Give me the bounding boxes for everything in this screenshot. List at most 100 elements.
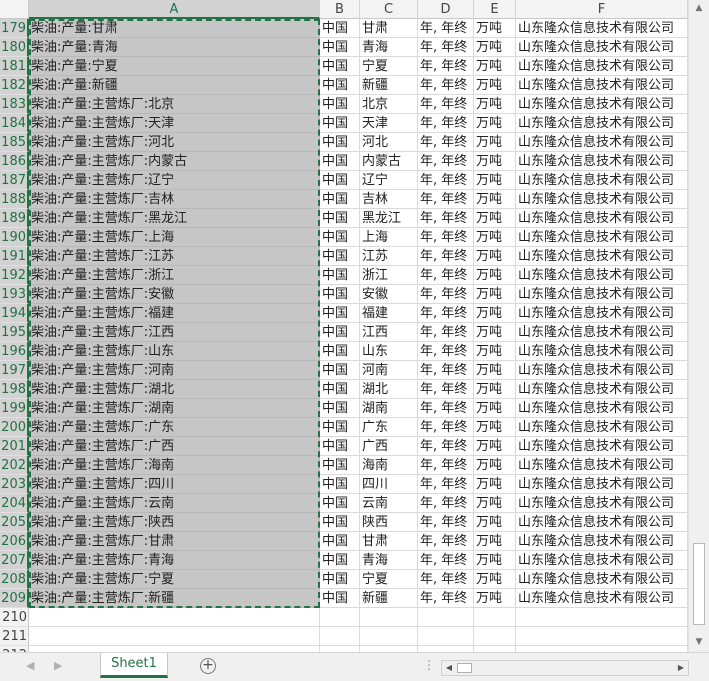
cell-c[interactable]: 北京 [360, 95, 418, 114]
row-header[interactable]: 198 [0, 380, 29, 399]
cell-a[interactable]: 柴油:产量:主营炼厂:云南 [29, 494, 320, 513]
row-header[interactable]: 201 [0, 437, 29, 456]
cell-c[interactable]: 新疆 [360, 589, 418, 608]
cell-f[interactable]: 山东隆众信息技术有限公司 [516, 551, 688, 570]
cell-e[interactable]: 万吨 [474, 38, 516, 57]
cell-f[interactable]: 山东隆众信息技术有限公司 [516, 19, 688, 38]
cell-e[interactable]: 万吨 [474, 133, 516, 152]
cell-d[interactable]: 年, 年终 [418, 266, 474, 285]
cell-e[interactable]: 万吨 [474, 456, 516, 475]
row-header[interactable]: 194 [0, 304, 29, 323]
column-header-d[interactable]: D [418, 0, 474, 19]
cell-d[interactable]: 年, 年终 [418, 190, 474, 209]
cell-c[interactable]: 湖南 [360, 399, 418, 418]
cell-b[interactable]: 中国 [320, 323, 360, 342]
cell-e[interactable]: 万吨 [474, 570, 516, 589]
cell-b[interactable]: 中国 [320, 228, 360, 247]
cell-e[interactable]: 万吨 [474, 171, 516, 190]
cell-f[interactable]: 山东隆众信息技术有限公司 [516, 266, 688, 285]
cell-c[interactable]: 江苏 [360, 247, 418, 266]
cell-c[interactable]: 陕西 [360, 513, 418, 532]
horizontal-scrollbar[interactable]: ◀ ▶ [441, 660, 689, 676]
cell-c[interactable]: 江西 [360, 323, 418, 342]
cell-c[interactable]: 安徽 [360, 285, 418, 304]
cell-d[interactable]: 年, 年终 [418, 209, 474, 228]
cell-a[interactable]: 柴油:产量:主营炼厂:江西 [29, 323, 320, 342]
vertical-scrollbar[interactable]: ▲ ▼ [688, 0, 709, 652]
cell-f[interactable]: 山东隆众信息技术有限公司 [516, 57, 688, 76]
cell-a[interactable]: 柴油:产量:主营炼厂:山东 [29, 342, 320, 361]
row-header[interactable]: 181 [0, 57, 29, 76]
cell-c[interactable]: 福建 [360, 304, 418, 323]
row-header[interactable]: 196 [0, 342, 29, 361]
cell-f[interactable]: 山东隆众信息技术有限公司 [516, 437, 688, 456]
cell-a[interactable]: 柴油:产量:主营炼厂:甘肃 [29, 532, 320, 551]
cell-e[interactable]: 万吨 [474, 152, 516, 171]
cell-f[interactable]: 山东隆众信息技术有限公司 [516, 133, 688, 152]
cell-b[interactable]: 中国 [320, 266, 360, 285]
cell-a[interactable]: 柴油:产量:主营炼厂:河南 [29, 361, 320, 380]
cell-e[interactable]: 万吨 [474, 323, 516, 342]
cell-f[interactable]: 山东隆众信息技术有限公司 [516, 418, 688, 437]
cell-b[interactable]: 中国 [320, 513, 360, 532]
row-header[interactable]: 189 [0, 209, 29, 228]
row-header[interactable]: 191 [0, 247, 29, 266]
cell-b[interactable]: 中国 [320, 152, 360, 171]
cell-f[interactable]: 山东隆众信息技术有限公司 [516, 513, 688, 532]
row-header[interactable]: 184 [0, 114, 29, 133]
cell-f[interactable]: 山东隆众信息技术有限公司 [516, 76, 688, 95]
cell-c[interactable]: 云南 [360, 494, 418, 513]
scroll-left-icon[interactable]: ◀ [442, 661, 456, 675]
next-sheet-icon[interactable]: ▶ [54, 659, 62, 672]
cell-e[interactable]: 万吨 [474, 114, 516, 133]
row-header[interactable]: 203 [0, 475, 29, 494]
cell-a[interactable]: 柴油:产量:新疆 [29, 76, 320, 95]
cell-e[interactable]: 万吨 [474, 589, 516, 608]
cell-e[interactable]: 万吨 [474, 57, 516, 76]
cell-b[interactable]: 中国 [320, 76, 360, 95]
cell-d[interactable]: 年, 年终 [418, 475, 474, 494]
cell-e[interactable]: 万吨 [474, 190, 516, 209]
cell-b[interactable]: 中国 [320, 418, 360, 437]
cell-e[interactable]: 万吨 [474, 399, 516, 418]
cell-b[interactable]: 中国 [320, 380, 360, 399]
cell-b[interactable] [320, 608, 360, 627]
cell-b[interactable]: 中国 [320, 190, 360, 209]
row-header[interactable]: 180 [0, 38, 29, 57]
column-header-c[interactable]: C [360, 0, 418, 19]
cell-c[interactable]: 辽宁 [360, 171, 418, 190]
cell-b[interactable]: 中国 [320, 437, 360, 456]
scroll-right-icon[interactable]: ▶ [674, 661, 688, 675]
cell-a[interactable]: 柴油:产量:主营炼厂:青海 [29, 551, 320, 570]
cell-c[interactable]: 天津 [360, 114, 418, 133]
cell-d[interactable]: 年, 年终 [418, 285, 474, 304]
cell-e[interactable]: 万吨 [474, 494, 516, 513]
cell-d[interactable]: 年, 年终 [418, 399, 474, 418]
cell-f[interactable]: 山东隆众信息技术有限公司 [516, 589, 688, 608]
cell-f[interactable]: 山东隆众信息技术有限公司 [516, 323, 688, 342]
cell-d[interactable]: 年, 年终 [418, 133, 474, 152]
cell-c[interactable]: 湖北 [360, 380, 418, 399]
cell-f[interactable]: 山东隆众信息技术有限公司 [516, 152, 688, 171]
cell-a[interactable] [29, 608, 320, 627]
cell-f[interactable]: 山东隆众信息技术有限公司 [516, 209, 688, 228]
column-header-b[interactable]: B [320, 0, 360, 19]
cell-c[interactable] [360, 627, 418, 646]
cell-f[interactable] [516, 627, 688, 646]
cell-a[interactable]: 柴油:产量:主营炼厂:河北 [29, 133, 320, 152]
row-header[interactable]: 186 [0, 152, 29, 171]
cell-a[interactable]: 柴油:产量:主营炼厂:陕西 [29, 513, 320, 532]
cell-f[interactable]: 山东隆众信息技术有限公司 [516, 456, 688, 475]
cell-b[interactable]: 中国 [320, 475, 360, 494]
cell-b[interactable]: 中国 [320, 532, 360, 551]
cell-b[interactable]: 中国 [320, 285, 360, 304]
cell-d[interactable]: 年, 年终 [418, 418, 474, 437]
cell-b[interactable]: 中国 [320, 551, 360, 570]
cell-c[interactable]: 广东 [360, 418, 418, 437]
cell-d[interactable]: 年, 年终 [418, 247, 474, 266]
cell-b[interactable]: 中国 [320, 361, 360, 380]
cell-e[interactable]: 万吨 [474, 76, 516, 95]
cell-a[interactable]: 柴油:产量:主营炼厂:新疆 [29, 589, 320, 608]
cell-a[interactable]: 柴油:产量:主营炼厂:浙江 [29, 266, 320, 285]
cell-a[interactable]: 柴油:产量:主营炼厂:上海 [29, 228, 320, 247]
